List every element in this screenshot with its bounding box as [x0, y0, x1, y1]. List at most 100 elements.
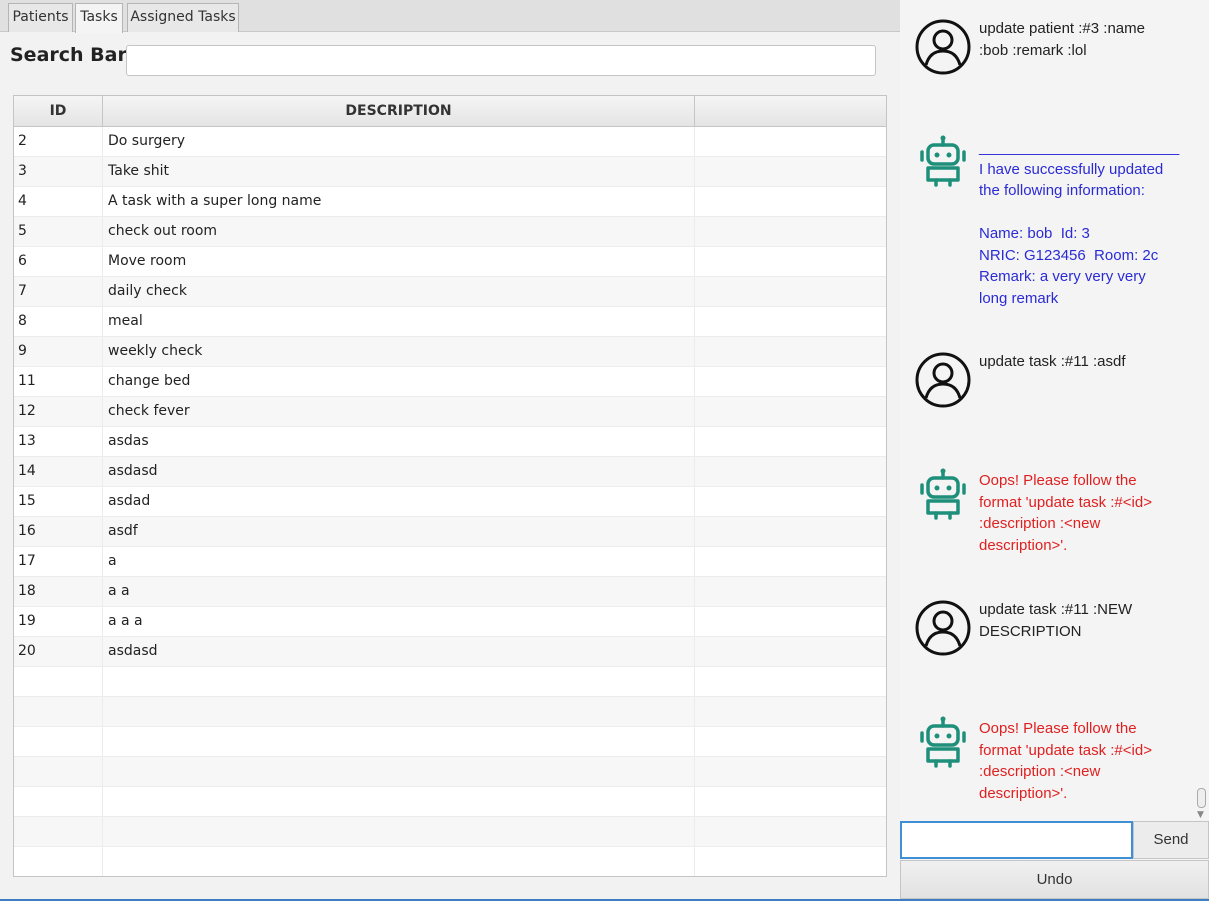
table-row[interactable]: 7 daily check	[14, 277, 886, 307]
cell-description	[103, 697, 695, 726]
table-body: 2 Do surgery 3 Take shit 4 A task with a supe…	[14, 127, 886, 876]
cell-description: weekly check	[103, 337, 695, 366]
cell-description: check out room	[103, 217, 695, 246]
column-header-extra[interactable]	[695, 96, 886, 126]
table-row-empty[interactable]	[14, 847, 886, 876]
search-input[interactable]	[126, 45, 876, 76]
cell-description: asdasd	[103, 457, 695, 486]
table-row-empty[interactable]	[14, 757, 886, 787]
cell-id: 19	[14, 607, 103, 636]
cell-description: asdasd	[103, 637, 695, 666]
table-row[interactable]: 9 weekly check	[14, 337, 886, 367]
cell-extra	[695, 727, 886, 756]
cell-description: A task with a super long name	[103, 187, 695, 216]
table-row[interactable]: 6 Move room	[14, 247, 886, 277]
table-row[interactable]: 8 meal	[14, 307, 886, 337]
user-avatar-icon	[914, 599, 972, 657]
cell-extra	[695, 787, 886, 816]
table-row-empty[interactable]	[14, 817, 886, 847]
cell-extra	[695, 667, 886, 696]
cell-id: 2	[14, 127, 103, 156]
robot-avatar-icon	[914, 713, 972, 771]
table-row[interactable]: 3 Take shit	[14, 157, 886, 187]
scroll-down-arrow-icon[interactable]: ▼	[1197, 810, 1204, 820]
message-text: update task :#11 :asdf	[979, 353, 1126, 370]
cell-description: check fever	[103, 397, 695, 426]
table-row[interactable]: 12 check fever	[14, 397, 886, 427]
table-row[interactable]: 13 asdas	[14, 427, 886, 457]
cell-id: 14	[14, 457, 103, 486]
cell-id: 8	[14, 307, 103, 336]
tab-patients[interactable]: Patients	[8, 3, 73, 32]
table-row-empty[interactable]	[14, 697, 886, 727]
user-avatar-icon	[914, 351, 972, 409]
cell-id: 11	[14, 367, 103, 396]
table-row[interactable]: 4A task with a super long name	[14, 187, 886, 217]
cell-id: 5	[14, 217, 103, 246]
table-row-empty[interactable]	[14, 667, 886, 697]
cell-description: daily check	[103, 277, 695, 306]
cell-extra	[695, 397, 886, 426]
cell-extra	[695, 217, 886, 246]
table-row[interactable]: 14 asdasd	[14, 457, 886, 487]
cell-extra	[695, 757, 886, 786]
send-button[interactable]: Send	[1133, 821, 1209, 859]
cell-id	[14, 817, 103, 846]
cell-id	[14, 787, 103, 816]
cell-description: a a	[103, 577, 695, 606]
cell-extra	[695, 157, 886, 186]
cell-id	[14, 727, 103, 756]
table-row[interactable]: 11 change bed	[14, 367, 886, 397]
table-row[interactable]: 2 Do surgery	[14, 127, 886, 157]
user-avatar-icon	[914, 18, 972, 76]
tab-tasks[interactable]: Tasks	[75, 3, 123, 33]
cell-description: a a a	[103, 607, 695, 636]
cell-id	[14, 847, 103, 876]
cell-id: 15	[14, 487, 103, 516]
message-text: update patient :#3 :name :bob :remark :l…	[979, 20, 1145, 59]
cell-id: 16	[14, 517, 103, 546]
table-row[interactable]: 15 asdad	[14, 487, 886, 517]
cell-description: a	[103, 547, 695, 576]
table-row[interactable]: 20 asdasd	[14, 637, 886, 667]
cell-extra	[695, 127, 886, 156]
cell-id: 9	[14, 337, 103, 366]
chat-scrollbar[interactable]: ▼	[1194, 0, 1209, 820]
cell-id: 6	[14, 247, 103, 276]
table-row[interactable]: 18 a a	[14, 577, 886, 607]
cell-description	[103, 757, 695, 786]
scrollbar-thumb[interactable]	[1197, 788, 1206, 808]
table-row[interactable]: 17 a	[14, 547, 886, 577]
cell-id: 13	[14, 427, 103, 456]
tab-assigned-tasks[interactable]: Assigned Tasks	[127, 3, 239, 32]
robot-avatar-icon	[914, 465, 972, 523]
cell-id	[14, 757, 103, 786]
chat-input[interactable]	[900, 821, 1133, 859]
cell-extra	[695, 517, 886, 546]
cell-extra	[695, 247, 886, 276]
table-row[interactable]: 16 asdf	[14, 517, 886, 547]
cell-extra	[695, 307, 886, 336]
cell-id	[14, 667, 103, 696]
message-text: ________________________ I have successf…	[979, 139, 1180, 307]
cell-description: asdad	[103, 487, 695, 516]
cell-description: Move room	[103, 247, 695, 276]
cell-description	[103, 787, 695, 816]
cell-extra	[695, 547, 886, 576]
undo-button[interactable]: Undo	[900, 860, 1209, 899]
table-row[interactable]: 5 check out room	[14, 217, 886, 247]
table-row-empty[interactable]	[14, 787, 886, 817]
column-header-description[interactable]: DESCRIPTION	[103, 96, 695, 126]
cell-description: change bed	[103, 367, 695, 396]
cell-id: 18	[14, 577, 103, 606]
cell-extra	[695, 487, 886, 516]
table-row-empty[interactable]	[14, 727, 886, 757]
cell-extra	[695, 607, 886, 636]
table-row[interactable]: 19 a a a	[14, 607, 886, 637]
message-text: update task :#11 :NEW DESCRIPTION	[979, 601, 1133, 640]
cell-description: asdf	[103, 517, 695, 546]
message-text: Oops! Please follow the format 'update t…	[979, 472, 1152, 554]
column-header-id[interactable]: ID	[14, 96, 103, 126]
cell-description	[103, 667, 695, 696]
cell-id: 3	[14, 157, 103, 186]
